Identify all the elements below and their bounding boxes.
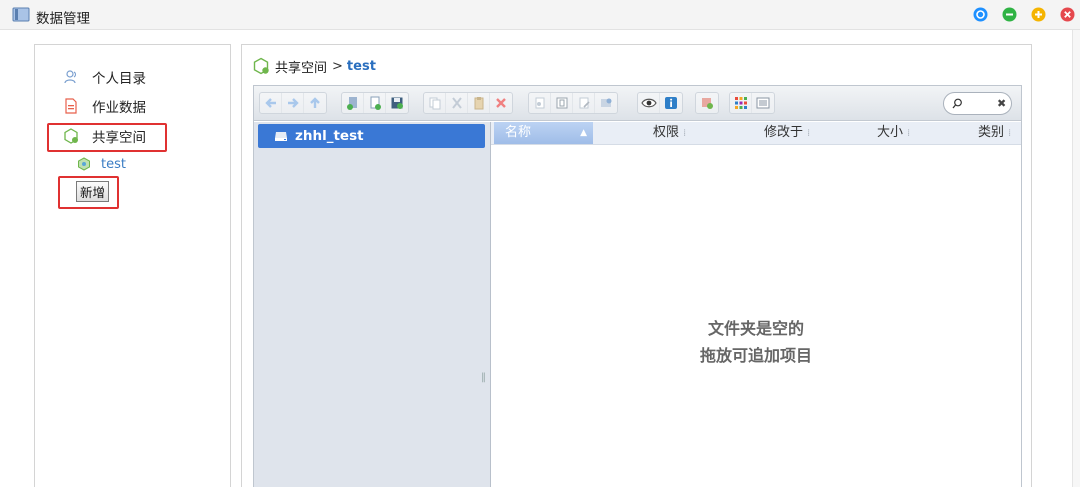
column-grip-icon: ⁞ xyxy=(807,128,811,139)
share-space-icon xyxy=(253,57,269,75)
column-grip-icon: ⁞ xyxy=(1008,128,1012,139)
sidebar-item-personal[interactable]: 个人目录 xyxy=(63,66,146,88)
empty-folder-message: 文件夹是空的 xyxy=(707,319,804,338)
search-input[interactable]: ✖ xyxy=(943,92,1012,115)
tree-item-label: zhhl_test xyxy=(295,128,364,144)
toolbar-group-create xyxy=(341,92,409,114)
main-panel: 共享空间 > test ✖ zhhl_test ‖ 名称 ▲ 权限 ⁞ 修改于 … xyxy=(241,44,1032,487)
column-name[interactable]: 名称 ▲ xyxy=(494,122,593,144)
toolbar-group-upload xyxy=(695,92,719,114)
toolbar-group-info xyxy=(637,92,683,114)
close-button[interactable] xyxy=(1060,7,1075,22)
paste-icon[interactable] xyxy=(468,93,490,113)
extract-icon[interactable] xyxy=(595,93,617,113)
column-header: 名称 ▲ 权限 ⁞ 修改于 ⁞ 大小 ⁞ 类别 ⁞ xyxy=(491,122,1021,145)
info-icon[interactable] xyxy=(660,93,682,113)
new-file-icon[interactable] xyxy=(364,93,386,113)
up-arrow-icon[interactable] xyxy=(304,93,326,113)
breadcrumb-root[interactable]: 共享空间 xyxy=(275,57,327,76)
column-permission[interactable]: 权限 ⁞ xyxy=(653,122,686,144)
drive-icon xyxy=(275,132,287,141)
file-list: 名称 ▲ 权限 ⁞ 修改于 ⁞ 大小 ⁞ 类别 ⁞ 文件夹是空的 拖放可追加项目 xyxy=(491,122,1021,487)
target-button[interactable] xyxy=(973,7,988,22)
add-button[interactable]: 新增 xyxy=(76,181,109,202)
folder-book-icon xyxy=(12,7,30,22)
file-browser: ✖ zhhl_test ‖ 名称 ▲ 权限 ⁞ 修改于 ⁞ 大小 ⁞ 类别 ⁞ … xyxy=(253,85,1022,487)
sidebar-subitem-label: test xyxy=(101,156,126,172)
toolbar-group-clipboard xyxy=(423,92,513,114)
folder-tree: zhhl_test ‖ xyxy=(254,122,490,487)
search-icon xyxy=(952,98,962,109)
sidebar: 个人目录 作业数据 共享空间 test 新增 xyxy=(34,44,231,487)
clear-search-icon[interactable]: ✖ xyxy=(997,97,1006,110)
toolbar-group-nav xyxy=(259,92,327,114)
delete-icon[interactable] xyxy=(490,93,512,113)
new-folder-icon[interactable] xyxy=(342,93,364,113)
empty-folder-hint: 拖放可追加项目 xyxy=(699,346,812,365)
column-grip-icon: ⁞ xyxy=(907,128,911,139)
list-view-icon[interactable] xyxy=(752,93,774,113)
sidebar-subitem-test[interactable]: test xyxy=(77,155,126,173)
window-title: 数据管理 xyxy=(36,11,90,27)
breadcrumb: 共享空间 > test xyxy=(252,57,376,76)
back-arrow-icon[interactable] xyxy=(260,93,282,113)
column-type[interactable]: 类别 ⁞ xyxy=(978,122,1011,144)
minimize-button[interactable] xyxy=(1002,7,1017,22)
sidebar-item-label: 作业数据 xyxy=(92,100,146,116)
preview-eye-icon[interactable] xyxy=(638,93,660,113)
document-icon xyxy=(65,98,77,114)
maximize-button[interactable] xyxy=(1031,7,1046,22)
tree-item-zhhl-test[interactable]: zhhl_test xyxy=(258,124,485,148)
upload-icon[interactable] xyxy=(696,93,718,113)
highlight-box-shared-space xyxy=(47,123,167,152)
column-modified[interactable]: 修改于 ⁞ xyxy=(764,122,810,144)
forward-arrow-icon[interactable] xyxy=(282,93,304,113)
toolbar-group-edit xyxy=(528,92,618,114)
title-bar: 数据管理 xyxy=(0,0,1080,30)
save-icon[interactable] xyxy=(386,93,408,113)
column-grip-icon: ⁞ xyxy=(683,128,687,139)
share-folder-icon xyxy=(78,157,90,171)
toolbar-group-views xyxy=(729,92,775,114)
select-icon[interactable] xyxy=(551,93,573,113)
duplicate-icon[interactable] xyxy=(529,93,551,113)
copy-icon[interactable] xyxy=(424,93,446,113)
cut-icon[interactable] xyxy=(446,93,468,113)
user-icon xyxy=(64,70,76,84)
breadcrumb-current[interactable]: test xyxy=(347,59,376,74)
edit-icon[interactable] xyxy=(573,93,595,113)
splitter-grip[interactable]: ‖ xyxy=(481,372,486,383)
window-scrollbar[interactable] xyxy=(1072,30,1080,487)
sidebar-item-job-data[interactable]: 作业数据 xyxy=(63,95,146,117)
sort-ascending-icon: ▲ xyxy=(580,128,587,138)
breadcrumb-separator: > xyxy=(332,58,343,74)
sidebar-item-label: 个人目录 xyxy=(92,71,146,87)
column-size[interactable]: 大小 ⁞ xyxy=(877,122,910,144)
grid-view-icon[interactable] xyxy=(730,93,752,113)
toolbar: ✖ xyxy=(254,86,1021,121)
